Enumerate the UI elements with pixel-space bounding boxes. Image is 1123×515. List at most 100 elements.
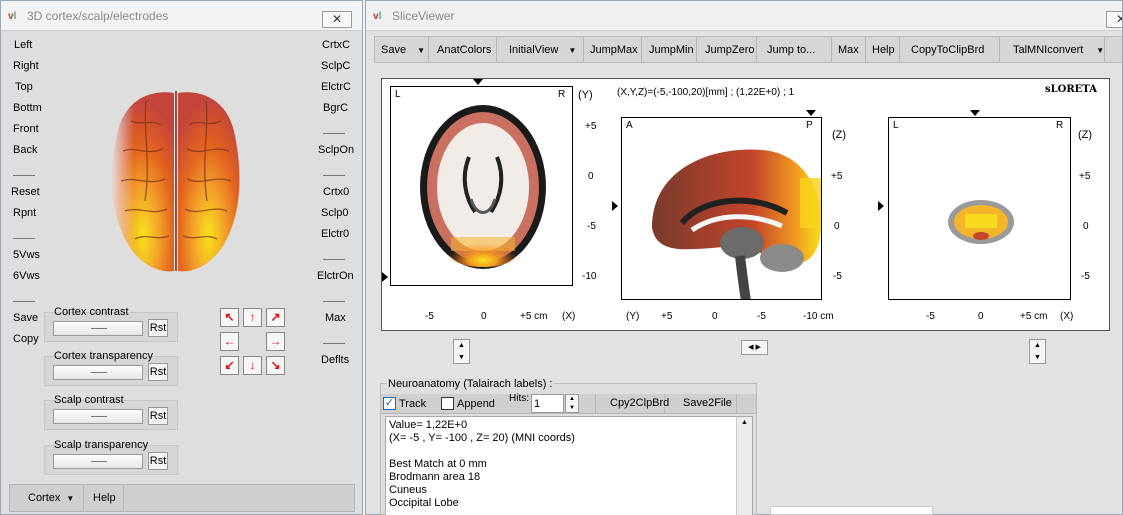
copy-button[interactable]: Copy xyxy=(13,333,39,345)
rotate-up-icon[interactable]: ↑ xyxy=(243,308,262,327)
initial-view-dropdown[interactable]: InitialView ▼ xyxy=(497,37,584,63)
axial-slice-view[interactable]: L R xyxy=(390,86,573,286)
separator xyxy=(13,301,35,302)
rpnt-button[interactable]: Rpnt xyxy=(13,207,36,219)
scalp-contrast-slider[interactable] xyxy=(53,409,143,424)
five-views-button[interactable]: 5Vws xyxy=(13,249,40,261)
rotate-down-left-icon[interactable]: ↙ xyxy=(220,356,239,375)
rotate-up-left-icon[interactable]: ↖ xyxy=(220,308,239,327)
help-button[interactable]: Help xyxy=(866,37,900,63)
rotate-down-icon[interactable]: ↓ xyxy=(243,356,262,375)
sagittal-slice-marker-icon[interactable] xyxy=(806,110,816,116)
sagittal-y-tick: +5 xyxy=(831,171,843,182)
sagittal-slice-view[interactable]: A P xyxy=(621,117,822,300)
hits-spinner[interactable]: ▲ ▼ xyxy=(565,394,579,413)
axial-slice-spinner[interactable]: ▲ ▼ xyxy=(453,339,470,364)
help-button[interactable]: Help xyxy=(86,485,124,511)
jump-to-button[interactable]: Jump to... xyxy=(757,37,832,63)
scalp-color-button[interactable]: SclpC xyxy=(321,60,350,72)
rotate-up-right-icon[interactable]: ↗ xyxy=(266,308,285,327)
save-button[interactable]: Save xyxy=(13,312,38,324)
sagittal-axis-label: (Z) xyxy=(832,129,847,141)
jump-zero-button[interactable]: JumpZero xyxy=(697,37,757,63)
rotate-down-right-icon[interactable]: ↘ xyxy=(266,356,285,375)
separator xyxy=(323,343,345,344)
sliceviewer-titlebar[interactable]: vǀ SliceViewer ✕ xyxy=(366,1,1122,31)
append-checkbox[interactable] xyxy=(441,397,454,410)
chevron-down-icon: ▼ xyxy=(66,494,75,503)
sagittal-row-marker-icon[interactable] xyxy=(612,201,618,211)
rotate-right-icon[interactable]: → xyxy=(266,332,285,351)
copy-to-clipboard-button[interactable]: CopyToClipBrd xyxy=(900,37,1000,63)
cortex-3d-render[interactable] xyxy=(101,81,251,281)
electrode-color-button[interactable]: ElctrC xyxy=(321,81,351,93)
coronal-x-tick: 0 xyxy=(978,311,984,322)
close-icon[interactable]: ✕ xyxy=(322,11,352,28)
talmni-convert-dropdown[interactable]: TalMNIconvert ▼ xyxy=(1000,37,1105,63)
axial-axis-label: (Y) xyxy=(578,89,593,101)
initial-view-label: InitialView xyxy=(509,44,559,56)
sagittal-brain-image xyxy=(652,149,821,299)
view-bottom-button[interactable]: Bottm xyxy=(13,102,42,114)
coronal-brain-image xyxy=(948,200,1014,244)
cortex-transparency-label: Cortex transparency xyxy=(54,350,154,362)
coronal-x-tick: +5 cm xyxy=(1020,311,1048,322)
append-label: Append xyxy=(457,398,495,410)
rotate-left-icon[interactable]: ← xyxy=(220,332,239,351)
sliceviewer-title: SliceViewer xyxy=(392,9,455,23)
jump-max-button[interactable]: JumpMax xyxy=(584,37,642,63)
cortex-transparency-reset-button[interactable]: Rst xyxy=(148,363,168,381)
max-button[interactable]: Max xyxy=(832,37,866,63)
save-to-file-button[interactable]: Save2File xyxy=(665,394,737,413)
close-icon[interactable]: ✕ xyxy=(1106,11,1122,28)
copy-to-clipboard-button[interactable]: Cpy2ClpBrd xyxy=(595,394,669,413)
cortex-dropdown[interactable]: Cortex ▼ xyxy=(14,485,84,511)
scalp-on-button[interactable]: SclpOn xyxy=(318,144,354,156)
view-right-button[interactable]: Right xyxy=(13,60,39,72)
cortex-transparency-slider[interactable] xyxy=(53,365,143,380)
defaults-button[interactable]: Deflts xyxy=(321,354,349,366)
track-checkbox[interactable]: ✓ xyxy=(383,397,396,410)
lobe-line: Occipital Lobe xyxy=(389,497,459,509)
coronal-row-marker-icon[interactable] xyxy=(878,201,884,211)
save-dropdown[interactable]: Save ▼ xyxy=(375,37,429,63)
background-color-button[interactable]: BgrC xyxy=(323,102,348,114)
scalp-transparency-slider[interactable] xyxy=(53,454,143,469)
scalp-contrast-reset-button[interactable]: Rst xyxy=(148,407,168,425)
view-front-button[interactable]: Front xyxy=(13,123,39,135)
talmni-convert-label: TalMNIconvert xyxy=(1013,44,1084,56)
coronal-slice-marker-icon[interactable] xyxy=(970,110,980,116)
cortex-window-titlebar[interactable]: vǀ 3D cortex/scalp/electrodes ✕ xyxy=(1,1,362,31)
axial-slice-marker-icon[interactable] xyxy=(473,79,483,85)
slice-panel: (X,Y,Z)=(-5,-100,20)[mm] ; (1,22E+0) ; 1… xyxy=(381,78,1110,331)
reset-button[interactable]: Reset xyxy=(11,186,40,198)
blank-panel xyxy=(770,506,933,515)
view-back-button[interactable]: Back xyxy=(13,144,37,156)
cortex-contrast-reset-button[interactable]: Rst xyxy=(148,319,168,337)
coronal-slice-view[interactable]: L R xyxy=(888,117,1071,300)
axial-x-tick: +5 cm xyxy=(520,311,548,322)
view-top-button[interactable]: Top xyxy=(15,81,33,93)
hits-label: Hits: xyxy=(509,393,529,404)
view-left-button[interactable]: Left xyxy=(14,39,32,51)
cortex-color-button[interactable]: CrtxC xyxy=(322,39,350,51)
max-button[interactable]: Max xyxy=(325,312,346,324)
output-scrollbar[interactable]: ▲ xyxy=(736,417,752,515)
cortex-window: vǀ 3D cortex/scalp/electrodes ✕ Left Rig… xyxy=(0,0,363,515)
scalp-zero-button[interactable]: Sclp0 xyxy=(321,207,349,219)
cortex-contrast-slider[interactable] xyxy=(53,321,143,336)
electrode-on-button[interactable]: ElctrOn xyxy=(317,270,354,282)
coronal-slice-spinner[interactable]: ▲ ▼ xyxy=(1029,339,1046,364)
six-views-button[interactable]: 6Vws xyxy=(13,270,40,282)
hits-input[interactable] xyxy=(531,394,564,413)
electrode-zero-button[interactable]: Elctr0 xyxy=(321,228,349,240)
scalp-transparency-label: Scalp transparency xyxy=(54,439,149,451)
neuroanatomy-panel: Neuroanatomy (Talairach labels) : ✓ Trac… xyxy=(380,378,757,515)
anat-colors-button[interactable]: AnatColors xyxy=(429,37,497,63)
jump-min-button[interactable]: JumpMin xyxy=(642,37,697,63)
cortex-zero-button[interactable]: Crtx0 xyxy=(323,186,349,198)
axial-row-marker-icon[interactable] xyxy=(382,272,388,282)
neuroanatomy-output[interactable]: Value= 1,22E+0 (X= -5 , Y= -100 , Z= 20)… xyxy=(385,416,753,515)
sagittal-slice-spinner[interactable]: ◀ ▶ xyxy=(741,340,768,355)
scalp-transparency-reset-button[interactable]: Rst xyxy=(148,452,168,470)
